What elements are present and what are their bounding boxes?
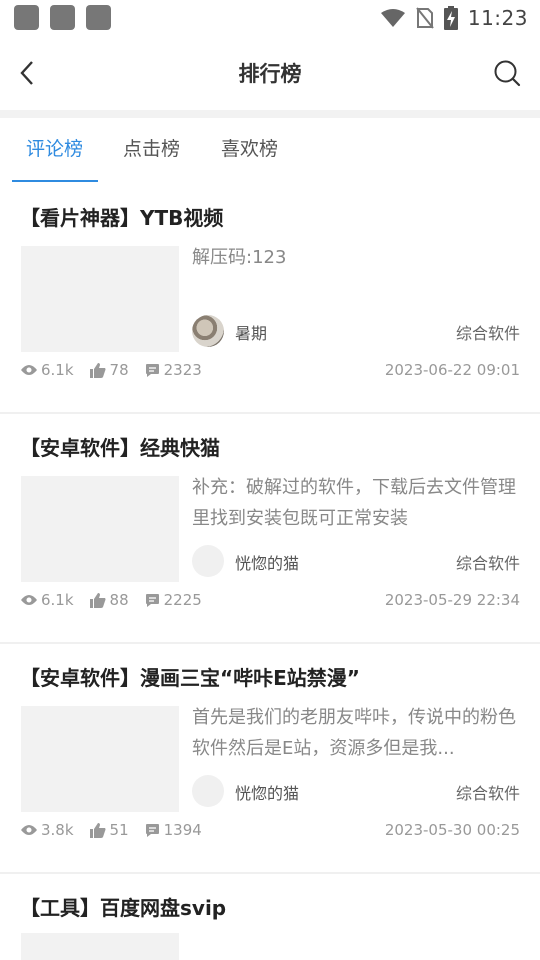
comments-stat: 1394 <box>145 821 202 839</box>
likes-count: 78 <box>109 361 129 379</box>
post-card[interactable]: 【安卓软件】经典快猫 补充：破解过的软件，下载后去文件管理里找到安装包既可正常安… <box>0 412 540 644</box>
views-count: 3.8k <box>41 821 74 839</box>
search-icon <box>494 60 521 87</box>
avatar[interactable] <box>192 775 224 807</box>
wifi-icon <box>380 9 405 27</box>
post-card[interactable]: 【看片神器】YTB视频 解压码:123 暑期 综合软件 6.1k 78 2323… <box>0 182 540 414</box>
battery-charging-icon <box>443 6 458 30</box>
no-sim-icon <box>416 7 434 29</box>
post-description: 首先是我们的老朋友哔咔，传说中的粉色软件然后是E站，资源多但是我... <box>192 707 516 759</box>
status-bar: 11:23 <box>0 0 540 36</box>
views-count: 6.1k <box>41 361 74 379</box>
post-category[interactable]: 综合软件 <box>456 780 520 804</box>
likes-stat: 78 <box>89 361 129 379</box>
post-thumbnail[interactable] <box>21 933 179 960</box>
tab-clicks[interactable]: 点击榜 <box>123 118 180 182</box>
notification-app-icon <box>14 5 39 30</box>
post-author[interactable]: 恍惚的猫 <box>235 780 299 804</box>
post-date: 2023-06-22 09:01 <box>384 361 520 379</box>
tab-likes[interactable]: 喜欢榜 <box>221 118 278 182</box>
post-thumbnail[interactable] <box>21 476 179 582</box>
header-divider <box>0 110 540 118</box>
eye-icon <box>21 365 37 375</box>
avatar[interactable] <box>192 545 224 577</box>
avatar[interactable] <box>192 315 224 347</box>
views-stat: 3.8k <box>21 821 74 839</box>
notification-app-icon <box>86 5 111 30</box>
comment-icon <box>145 363 159 377</box>
likes-stat: 88 <box>89 591 129 609</box>
notification-app-icon <box>50 5 75 30</box>
post-thumbnail[interactable] <box>21 706 179 812</box>
post-title[interactable]: 【安卓软件】漫画三宝“哔咔E站禁漫” <box>20 662 360 691</box>
post-category[interactable]: 综合软件 <box>456 550 520 574</box>
comments-stat: 2225 <box>145 591 202 609</box>
eye-icon <box>21 825 37 835</box>
post-title[interactable]: 【看片神器】YTB视频 <box>20 202 223 231</box>
post-author[interactable]: 暑期 <box>235 320 267 344</box>
views-stat: 6.1k <box>21 591 74 609</box>
page-title: 排行榜 <box>238 62 302 86</box>
post-card[interactable]: 【安卓软件】漫画三宝“哔咔E站禁漫” 首先是我们的老朋友哔咔，传说中的粉色软件然… <box>0 642 540 874</box>
tab-comments[interactable]: 评论榜 <box>26 118 83 182</box>
post-category[interactable]: 综合软件 <box>456 320 520 344</box>
comment-icon <box>145 593 159 607</box>
views-stat: 6.1k <box>21 361 74 379</box>
comments-count: 2323 <box>163 361 202 379</box>
post-card[interactable]: 【工具】百度网盘svip <box>0 872 540 960</box>
ranking-tabs: 评论榜 点击榜 喜欢榜 <box>0 118 540 182</box>
app-header: 排行榜 <box>0 36 540 110</box>
views-count: 6.1k <box>41 591 74 609</box>
post-thumbnail[interactable] <box>21 246 179 352</box>
eye-icon <box>21 595 37 605</box>
post-stats: 6.1k 78 2323 <box>21 358 218 382</box>
post-date: 2023-05-29 22:34 <box>384 591 520 609</box>
post-stats: 6.1k 88 2225 <box>21 588 218 612</box>
post-date: 2023-05-30 00:25 <box>384 821 520 839</box>
post-title[interactable]: 【工具】百度网盘svip <box>20 892 226 921</box>
post-description: 补充：破解过的软件，下载后去文件管理里找到安装包既可正常安装 <box>192 477 516 529</box>
comments-count: 1394 <box>163 821 202 839</box>
post-author[interactable]: 恍惚的猫 <box>235 550 299 574</box>
post-description: 解压码:123 <box>192 247 287 268</box>
likes-count: 51 <box>109 821 129 839</box>
thumbs-up-icon <box>89 362 106 378</box>
likes-count: 88 <box>109 591 129 609</box>
comment-icon <box>145 823 159 837</box>
comments-stat: 2323 <box>145 361 202 379</box>
thumbs-up-icon <box>89 592 106 608</box>
post-stats: 3.8k 51 1394 <box>21 818 218 842</box>
thumbs-up-icon <box>89 822 106 838</box>
search-button[interactable] <box>492 58 522 88</box>
likes-stat: 51 <box>89 821 129 839</box>
status-time: 11:23 <box>467 6 528 30</box>
comments-count: 2225 <box>163 591 202 609</box>
post-title[interactable]: 【安卓软件】经典快猫 <box>20 432 220 461</box>
